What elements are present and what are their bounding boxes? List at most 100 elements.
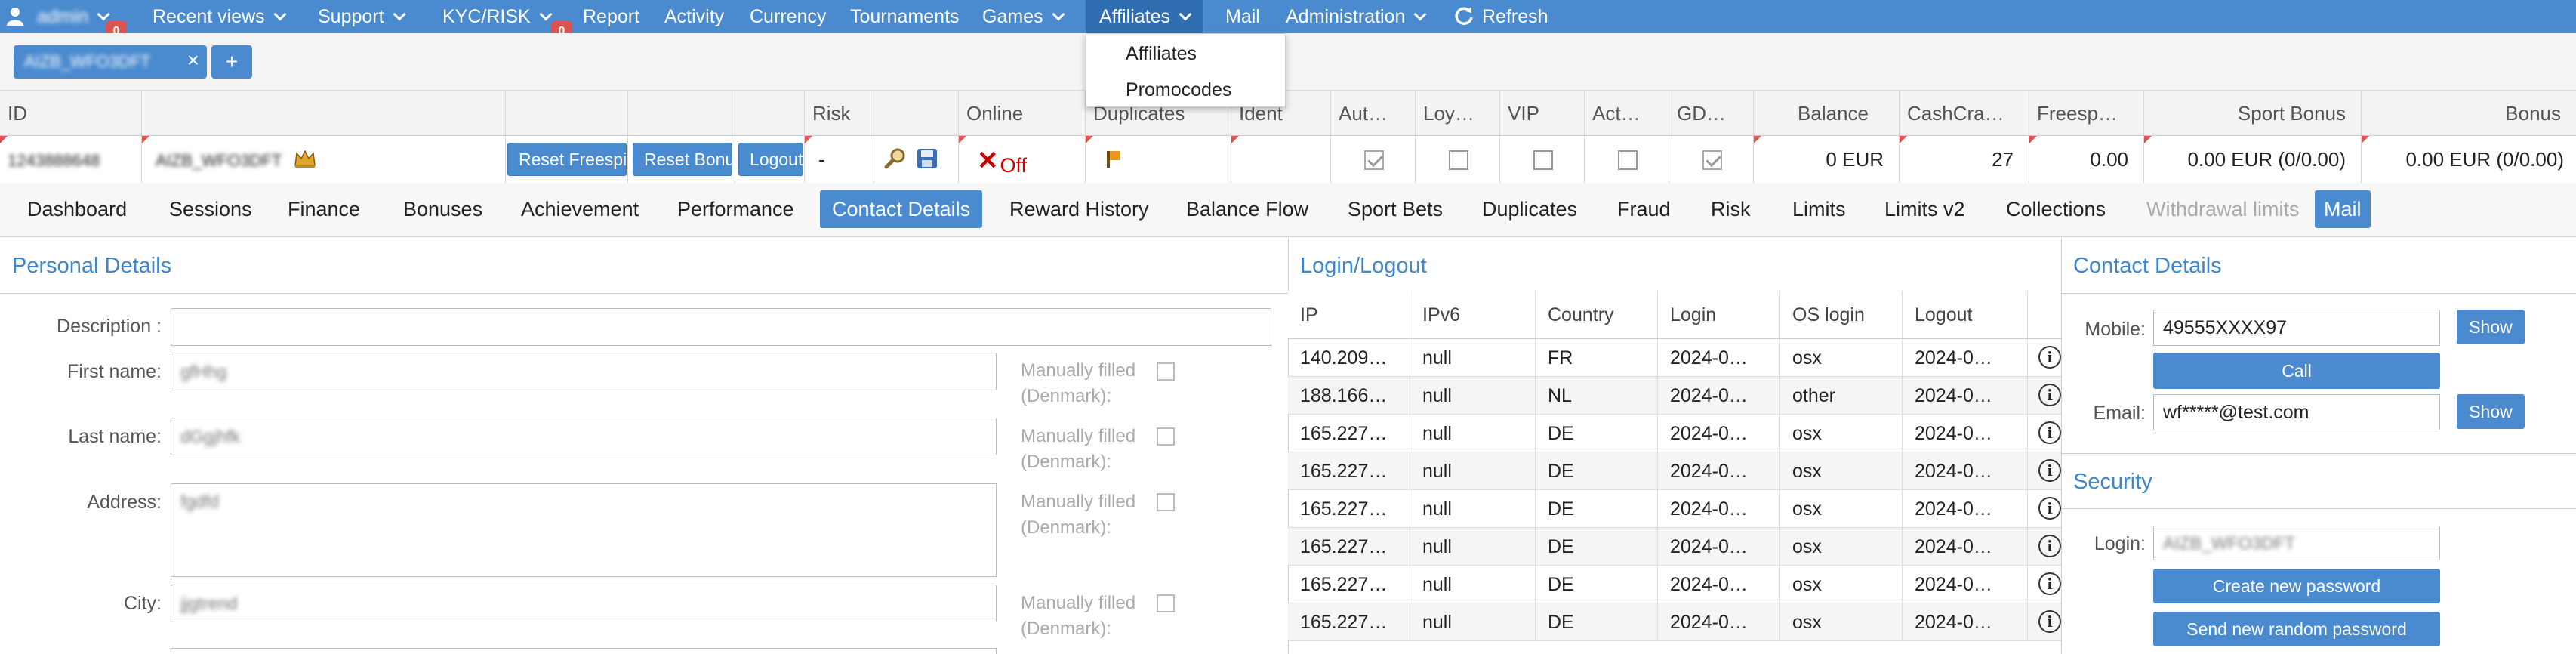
login-field[interactable]: AIZB_WFO3DFT — [2153, 526, 2440, 560]
search-icon[interactable] — [883, 147, 907, 171]
nav-games[interactable]: Games — [982, 0, 1065, 33]
last-name-field[interactable]: dGgjhfk — [171, 418, 997, 455]
info-icon[interactable]: i — [2038, 535, 2061, 557]
tab-mail[interactable]: Mail — [2315, 190, 2371, 228]
save-icon[interactable] — [916, 147, 938, 170]
tab-sessions[interactable]: Sessions — [169, 190, 252, 228]
user-menu[interactable]: admin — [6, 0, 110, 33]
tab-sport-bets[interactable]: Sport Bets — [1348, 190, 1443, 228]
col-info — [2028, 291, 2061, 338]
cell-ip: 165.227… — [1288, 452, 1410, 489]
user-name: admin — [36, 6, 89, 27]
nav-recent-views[interactable]: Recent views — [153, 0, 287, 33]
first-name-manual-checkbox[interactable] — [1157, 362, 1175, 381]
active-checkbox[interactable] — [1618, 150, 1638, 170]
tab-withdrawal-limits[interactable]: Withdrawal limits — [2146, 190, 2300, 228]
tab-reward-history[interactable]: Reward History — [1009, 190, 1149, 228]
gdpr-checkbox[interactable] — [1702, 150, 1722, 170]
last-name-manual-checkbox[interactable] — [1157, 427, 1175, 446]
logout-button[interactable]: Logout — [738, 143, 803, 176]
nav-report[interactable]: Report — [583, 0, 639, 33]
reset-bonus-button[interactable]: Reset Bonus — [633, 143, 732, 176]
cell-login: 2024-0… — [1658, 566, 1780, 603]
call-button[interactable]: Call — [2153, 353, 2440, 389]
address-field[interactable]: fgdfd — [171, 483, 997, 577]
header-blank — [506, 91, 628, 136]
header-blank — [628, 91, 735, 136]
add-tab-button[interactable]: + — [211, 45, 252, 79]
manual-line1: Manually filled — [1021, 593, 1136, 613]
nav-label: Administration — [1286, 6, 1406, 27]
tab-contact-details[interactable]: Contact Details — [820, 190, 983, 228]
tab-dashboard[interactable]: Dashboard — [27, 190, 127, 228]
login-table-header: IP IPv6 Country Login OS login Logout — [1288, 291, 2061, 339]
nav-currency[interactable]: Currency — [750, 0, 826, 33]
tab-limits[interactable]: Limits — [1792, 190, 1846, 228]
nav-administration[interactable]: Administration — [1286, 0, 1427, 33]
city-manual-checkbox[interactable] — [1157, 594, 1175, 612]
col-login: Login — [1658, 291, 1780, 338]
nav-mail[interactable]: Mail — [1225, 0, 1260, 33]
cell-os: osx — [1780, 528, 1903, 565]
nav-activity[interactable]: Activity — [664, 0, 724, 33]
player-summary-table: ID Risk Online Duplicates Ident Aut… Loy… — [0, 91, 2576, 183]
reset-freespins-button[interactable]: Reset Freespins — [507, 143, 627, 176]
info-icon[interactable]: i — [2038, 421, 2061, 444]
show-email-button[interactable]: Show — [2457, 394, 2525, 429]
city-field[interactable]: jjgtrend — [171, 585, 997, 622]
info-icon[interactable]: i — [2038, 459, 2061, 482]
nav-refresh[interactable]: Refresh — [1453, 0, 1548, 33]
description-field[interactable] — [171, 308, 1271, 346]
first-name-field[interactable]: gfHhg — [171, 353, 997, 390]
tab-finance[interactable]: Finance — [288, 190, 360, 228]
nav-kyc-risk[interactable]: KYC/RISK — [442, 0, 553, 33]
tab-bonuses[interactable]: Bonuses — [403, 190, 482, 228]
cell-login: 2024-0… — [1658, 452, 1780, 489]
tab-limits-v2[interactable]: Limits v2 — [1884, 190, 1965, 228]
auto-cell — [1331, 136, 1416, 183]
vip-checkbox[interactable] — [1533, 150, 1553, 170]
cell-ipv6: null — [1410, 452, 1536, 489]
flag-icon[interactable] — [1104, 148, 1123, 169]
auto-checkbox[interactable] — [1364, 150, 1384, 170]
affiliates-dropdown: Affiliates Promocodes — [1086, 33, 1286, 107]
mobile-field[interactable]: 49555XXXX97 — [2153, 310, 2440, 346]
create-password-button[interactable]: Create new password — [2153, 569, 2440, 603]
nav-affiliates[interactable]: Affiliates — [1086, 0, 1203, 33]
info-icon[interactable]: i — [2038, 346, 2061, 369]
address-manual-checkbox[interactable] — [1157, 493, 1175, 511]
city-value: jjgtrend — [180, 594, 238, 613]
tab-collections[interactable]: Collections — [2006, 190, 2106, 228]
close-icon[interactable]: × — [187, 48, 199, 72]
nav-tournaments[interactable]: Tournaments — [850, 0, 960, 33]
next-field[interactable] — [171, 648, 997, 654]
tab-risk[interactable]: Risk — [1711, 190, 1751, 228]
tab-fraud[interactable]: Fraud — [1617, 190, 1671, 228]
tab-performance[interactable]: Performance — [677, 190, 794, 228]
tab-duplicates[interactable]: Duplicates — [1482, 190, 1577, 228]
manual-line1: Manually filled — [1021, 360, 1136, 381]
tab-balance-flow[interactable]: Balance Flow — [1186, 190, 1308, 228]
info-icon[interactable]: i — [2038, 384, 2061, 406]
col-ipv6: IPv6 — [1410, 291, 1536, 338]
info-icon[interactable]: i — [2038, 497, 2061, 520]
panel-divider — [2061, 238, 2062, 654]
send-password-button[interactable]: Send new random password — [2153, 612, 2440, 646]
dropdown-item-affiliates[interactable]: Affiliates — [1126, 43, 1197, 65]
email-field[interactable]: wf*****@test.com — [2153, 394, 2440, 430]
cell-ipv6: null — [1410, 603, 1536, 640]
header-id: ID — [0, 91, 142, 136]
cell-logout: 2024-0… — [1903, 603, 2028, 640]
dropdown-item-promocodes[interactable]: Promocodes — [1126, 79, 1231, 101]
loyalty-checkbox[interactable] — [1449, 150, 1468, 170]
nav-label: KYC/RISK — [442, 6, 531, 27]
info-icon[interactable]: i — [2038, 572, 2061, 595]
header-blank — [735, 91, 805, 136]
chevron-down-icon — [273, 8, 287, 21]
header-active: Act… — [1585, 91, 1669, 136]
info-icon[interactable]: i — [2038, 610, 2061, 633]
show-mobile-button[interactable]: Show — [2457, 310, 2525, 344]
player-tab[interactable]: AIZB_WFO3DFT × — [14, 45, 207, 79]
nav-support[interactable]: Support — [318, 0, 406, 33]
tab-achievement[interactable]: Achievement — [521, 190, 639, 228]
